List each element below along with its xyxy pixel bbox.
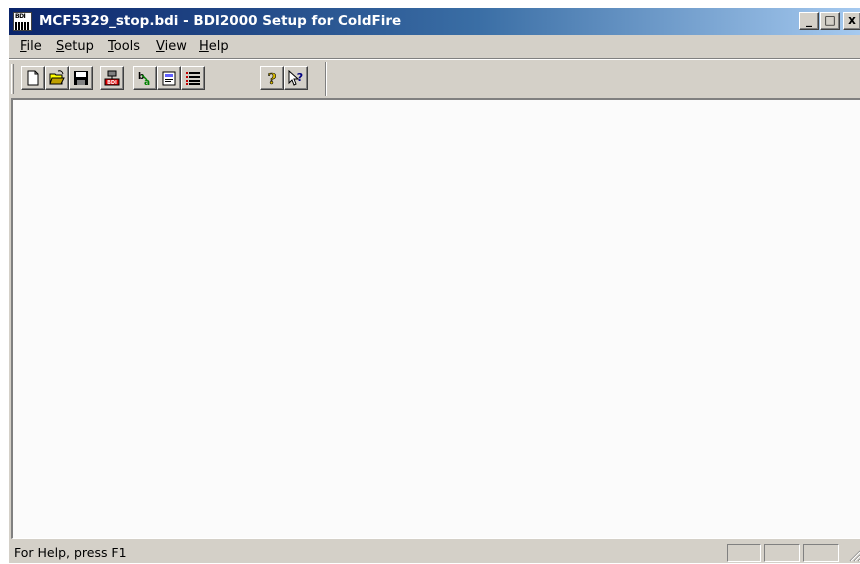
menu-file-label: ile <box>26 39 42 54</box>
connect-button[interactable]: b a <box>133 66 157 90</box>
menu-bar: File Setup Tools View Help <box>9 36 860 58</box>
svg-text:?: ? <box>268 70 277 86</box>
connect-icon: b a <box>138 72 150 86</box>
title-bar[interactable]: BDI MCF5329_stop.bdi - BDI2000 Setup for… <box>9 8 860 35</box>
menu-tools[interactable]: Tools <box>108 39 140 54</box>
document-button[interactable] <box>157 66 181 90</box>
context-help-button[interactable]: ? <box>284 66 308 90</box>
status-bar: For Help, press F1 <box>9 541 860 564</box>
resize-grip-icon[interactable] <box>849 550 860 562</box>
menu-view[interactable]: View <box>156 39 187 54</box>
app-icon[interactable]: BDI <box>13 12 32 31</box>
app-icon-label: BDI <box>15 13 26 20</box>
menu-tools-label: ools <box>113 39 141 54</box>
open-folder-icon <box>49 70 65 85</box>
menu-file[interactable]: File <box>20 39 42 54</box>
toolbar-grip[interactable] <box>11 64 14 94</box>
menu-view-mnemonic: V <box>156 39 165 54</box>
new-file-icon <box>27 70 39 86</box>
save-button[interactable] <box>69 66 93 90</box>
status-text: For Help, press F1 <box>14 545 127 560</box>
bdi-icon-label: BDI <box>107 80 117 86</box>
status-pane-3 <box>803 544 839 562</box>
menu-setup[interactable]: Setup <box>56 39 94 54</box>
help-button[interactable]: ? <box>260 66 284 90</box>
svg-text:?: ? <box>297 71 303 84</box>
open-file-button[interactable] <box>45 66 69 90</box>
minimize-button[interactable]: _ <box>799 12 819 30</box>
save-icon <box>74 71 88 85</box>
menu-help[interactable]: Help <box>199 39 229 54</box>
menu-help-mnemonic: H <box>199 39 209 54</box>
status-pane-2 <box>764 544 800 562</box>
context-help-icon: ? <box>288 70 303 86</box>
new-file-button[interactable] <box>21 66 45 90</box>
client-area[interactable] <box>11 98 860 539</box>
document-icon <box>162 71 176 86</box>
config-list-button[interactable] <box>181 66 205 90</box>
maximize-button[interactable]: □ <box>820 12 840 30</box>
menu-help-label: elp <box>208 39 229 54</box>
toolbar-end-divider <box>325 62 327 96</box>
bdi-target-button[interactable]: BDI <box>100 66 124 90</box>
toolbar: BDI b a ? ? <box>9 60 860 98</box>
status-pane-1 <box>727 544 761 562</box>
config-list-icon <box>186 72 200 85</box>
bdi-target-icon: BDI <box>104 70 120 86</box>
help-icon: ? <box>267 70 277 86</box>
app-icon-pattern <box>15 22 30 30</box>
menu-setup-label: etup <box>64 39 94 54</box>
close-button[interactable]: x <box>843 12 860 30</box>
app-window: BDI MCF5329_stop.bdi - BDI2000 Setup for… <box>8 7 860 563</box>
window-title: MCF5329_stop.bdi - BDI2000 Setup for Col… <box>39 13 402 29</box>
menu-view-label: iew <box>164 39 187 54</box>
